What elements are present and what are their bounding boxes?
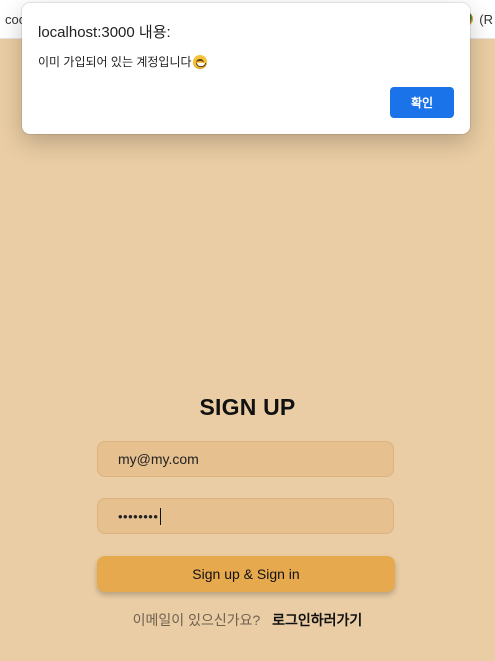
email-value: my@my.com <box>118 451 199 467</box>
alert-dialog: localhost:3000 내용: 이미 가입되어 있는 계정입니다 확인 <box>22 3 470 134</box>
dialog-title: localhost:3000 내용: <box>38 24 171 41</box>
go-to-login-link[interactable]: 로그인하러가기 <box>272 612 362 628</box>
bookmark-item-label: (R <box>479 11 493 27</box>
dialog-message: 이미 가입되어 있는 계정입니다 <box>38 55 192 69</box>
login-prompt: 이메일이 있으신가요? 로그인하러가기 <box>0 610 495 630</box>
page-title: SIGN UP <box>199 394 296 420</box>
password-field[interactable]: •••••••• <box>97 498 394 534</box>
password-value: •••••••• <box>118 508 159 524</box>
email-field[interactable]: my@my.com <box>97 441 394 477</box>
ok-button[interactable]: 확인 <box>390 87 454 118</box>
grinning-sweat-emoji-icon <box>192 54 207 69</box>
dialog-message-row: 이미 가입되어 있는 계정입니다 <box>38 53 207 70</box>
signup-signin-button[interactable]: Sign up & Sign in <box>97 556 395 592</box>
login-prompt-question: 이메일이 있으신가요? <box>132 612 261 628</box>
text-caret <box>160 507 162 525</box>
